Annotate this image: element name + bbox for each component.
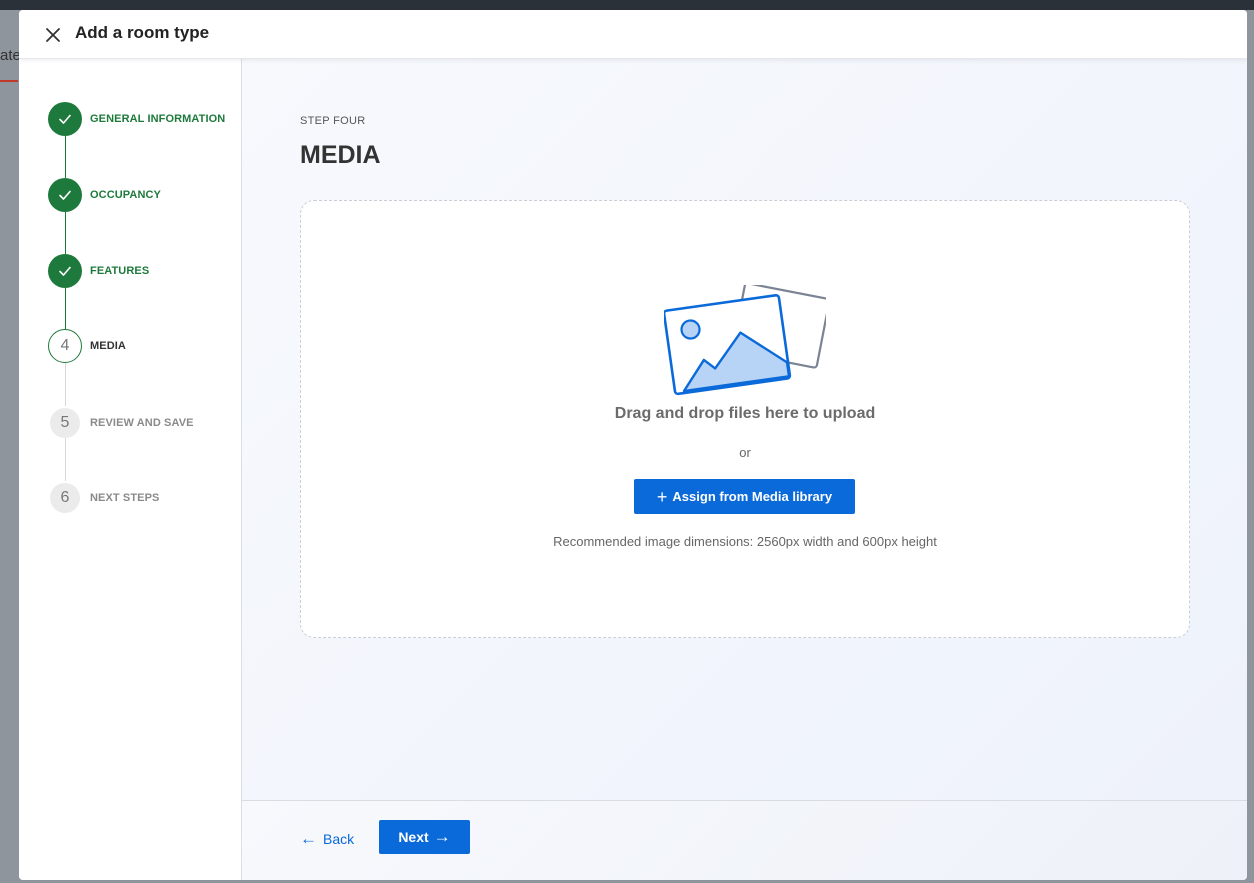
back-button[interactable]: ← Back xyxy=(300,827,354,851)
file-dropzone[interactable]: Drag and drop files here to upload or + … xyxy=(300,200,1190,638)
stepper-sidebar: GENERAL INFORMATION OCCUPANCY FEATURES 4… xyxy=(19,59,242,880)
step-connector xyxy=(65,438,66,481)
add-room-type-modal: Add a room type GENERAL INFORMATION OCCU… xyxy=(19,10,1247,880)
checkmark-icon xyxy=(48,102,82,136)
modal-title: Add a room type xyxy=(75,23,210,42)
arrow-left-icon: ← xyxy=(300,829,317,848)
step-next-steps: 6 NEXT STEPS xyxy=(48,481,159,515)
arrow-right-icon: → xyxy=(433,827,451,846)
step-number: 4 xyxy=(48,329,82,363)
next-button-label: Next xyxy=(398,829,429,845)
step-features[interactable]: FEATURES xyxy=(48,254,149,288)
modal-footer: ← Back Next → xyxy=(242,800,1247,880)
step-number: 5 xyxy=(50,408,80,438)
dropzone-or: or xyxy=(739,445,751,460)
step-label: GENERAL INFORMATION xyxy=(90,113,226,125)
step-occupancy[interactable]: OCCUPANCY xyxy=(48,178,161,212)
assign-from-media-library-button[interactable]: + Assign from Media library xyxy=(634,479,855,514)
modal-header: Add a room type xyxy=(19,10,1247,59)
step-label: NEXT STEPS xyxy=(90,492,160,504)
images-upload-icon xyxy=(662,282,831,397)
main-content: STEP FOUR MEDIA Drag and drop files here… xyxy=(242,59,1247,800)
plus-icon: + xyxy=(656,486,668,507)
step-review-and-save: 5 REVIEW AND SAVE xyxy=(48,406,194,440)
step-label: MEDIA xyxy=(90,340,126,352)
page-title: MEDIA xyxy=(300,141,381,169)
step-media[interactable]: 4 MEDIA xyxy=(48,329,126,363)
backdrop-tab-indicator xyxy=(0,80,18,82)
step-label: OCCUPANCY xyxy=(90,189,161,201)
step-connector xyxy=(65,136,66,178)
step-label: REVIEW AND SAVE xyxy=(90,417,194,429)
dropzone-title: Drag and drop files here to upload xyxy=(614,405,876,422)
checkmark-icon xyxy=(48,178,82,212)
step-general-information[interactable]: GENERAL INFORMATION xyxy=(48,102,225,136)
step-kicker: STEP FOUR xyxy=(300,115,366,127)
close-icon[interactable] xyxy=(43,25,63,45)
dropzone-hint: Recommended image dimensions: 2560px wid… xyxy=(553,534,937,549)
step-connector xyxy=(65,288,66,329)
next-button[interactable]: Next → xyxy=(379,820,470,854)
backdrop-text: ate xyxy=(0,47,21,64)
step-label: FEATURES xyxy=(90,265,150,277)
step-number: 6 xyxy=(50,483,80,513)
step-connector xyxy=(65,363,66,406)
assign-button-label: Assign from Media library xyxy=(672,489,833,504)
checkmark-icon xyxy=(48,254,82,288)
back-button-label: Back xyxy=(323,831,355,847)
step-connector xyxy=(65,212,66,254)
